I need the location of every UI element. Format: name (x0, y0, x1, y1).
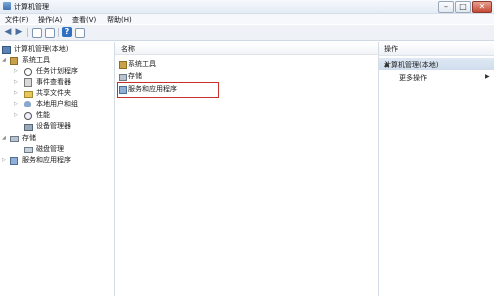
expand-arrow-icon[interactable]: ▷ (14, 77, 18, 87)
properties-icon[interactable] (45, 28, 55, 38)
toolbar-separator (58, 28, 59, 37)
tree-label: 设备管理器 (36, 122, 71, 130)
tree-label: 系统工具 (22, 56, 50, 64)
toolbar-separator (27, 28, 28, 37)
title-bar: 计算机管理 – □ ✕ (0, 0, 494, 14)
computer-management-window: 计算机管理 – □ ✕ 文件(F) 操作(A) 查看(V) 帮助(H) ◀ ▶ … (0, 0, 494, 296)
menu-action[interactable]: 操作(A) (38, 15, 62, 25)
disk-icon (24, 147, 33, 153)
console-tree: 计算机管理(本地) ◢ 系统工具 ▷ 任务计划程序 ▷ 事件查看器 ▷ 共享文件… (0, 42, 115, 296)
users-icon (24, 101, 31, 107)
actions-header: 操作 (379, 42, 494, 56)
tree-label: 服务和应用程序 (22, 156, 71, 164)
actions-header-label: 操作 (384, 45, 398, 53)
help-icon[interactable]: ? (62, 27, 72, 37)
menu-file[interactable]: 文件(F) (5, 15, 29, 25)
menu-bar: 文件(F) 操作(A) 查看(V) 帮助(H) (0, 14, 494, 24)
expand-arrow-icon[interactable]: ▷ (14, 88, 18, 98)
back-arrow-icon[interactable]: ◀ (3, 27, 13, 37)
menu-view[interactable]: 查看(V) (72, 15, 96, 25)
computer-icon (2, 46, 11, 54)
more-actions-link[interactable]: 更多操作 (399, 73, 427, 83)
column-header-name[interactable]: 名称 (115, 42, 378, 55)
services-icon (10, 157, 18, 165)
toolbar: ◀ ▶ ? (0, 25, 494, 41)
show-hide-tree-icon[interactable] (32, 28, 42, 38)
computer-management-icon (3, 2, 11, 10)
expand-arrow-icon[interactable]: ▷ (14, 110, 18, 120)
tree-label: 本地用户和组 (36, 100, 78, 108)
folder-icon (24, 91, 33, 98)
tree-label: 事件查看器 (36, 78, 71, 86)
forward-arrow-icon[interactable]: ▶ (14, 27, 24, 37)
window-title: 计算机管理 (14, 3, 49, 11)
collapse-arrow-icon[interactable]: ◢ (2, 133, 6, 143)
performance-icon (24, 112, 32, 120)
expand-arrow-icon[interactable]: ▷ (2, 155, 6, 165)
tools-icon (10, 57, 18, 65)
collapse-caret-icon[interactable]: ▲ (384, 60, 490, 68)
event-log-icon (24, 78, 32, 87)
maximize-button[interactable]: □ (455, 1, 471, 13)
tools-icon (119, 61, 127, 69)
list-item-label: 存储 (128, 72, 142, 80)
details-pane: 名称 系统工具 存储 服务和应用程序 (115, 42, 379, 296)
menu-help[interactable]: 帮助(H) (107, 15, 132, 25)
submenu-arrow-icon[interactable]: ▶ (485, 73, 490, 80)
expand-arrow-icon[interactable]: ▷ (14, 66, 18, 76)
tree-label: 存储 (22, 134, 36, 142)
clock-icon (24, 68, 32, 76)
action-pane-icon[interactable] (75, 28, 85, 38)
close-button[interactable]: ✕ (472, 1, 492, 13)
minimize-button[interactable]: – (438, 1, 454, 13)
list-item-label: 系统工具 (128, 60, 156, 68)
collapse-arrow-icon[interactable]: ◢ (2, 55, 6, 65)
tree-label: 性能 (36, 111, 50, 119)
column-header-label: 名称 (121, 45, 135, 53)
device-manager-icon (24, 124, 33, 131)
actions-pane: 操作 计算机管理(本地) ▲ 更多操作 ▶ (379, 42, 494, 296)
expand-arrow-icon[interactable]: ▷ (14, 99, 18, 109)
tree-label: 任务计划程序 (36, 67, 78, 75)
highlight-box (117, 82, 219, 98)
tree-label: 计算机管理(本地) (14, 45, 69, 53)
tree-label: 共享文件夹 (36, 89, 71, 97)
actions-section-computer-management[interactable]: 计算机管理(本地) ▲ (379, 58, 494, 70)
storage-icon (119, 74, 127, 81)
storage-icon (10, 136, 19, 142)
tree-label: 磁盘管理 (36, 145, 64, 153)
